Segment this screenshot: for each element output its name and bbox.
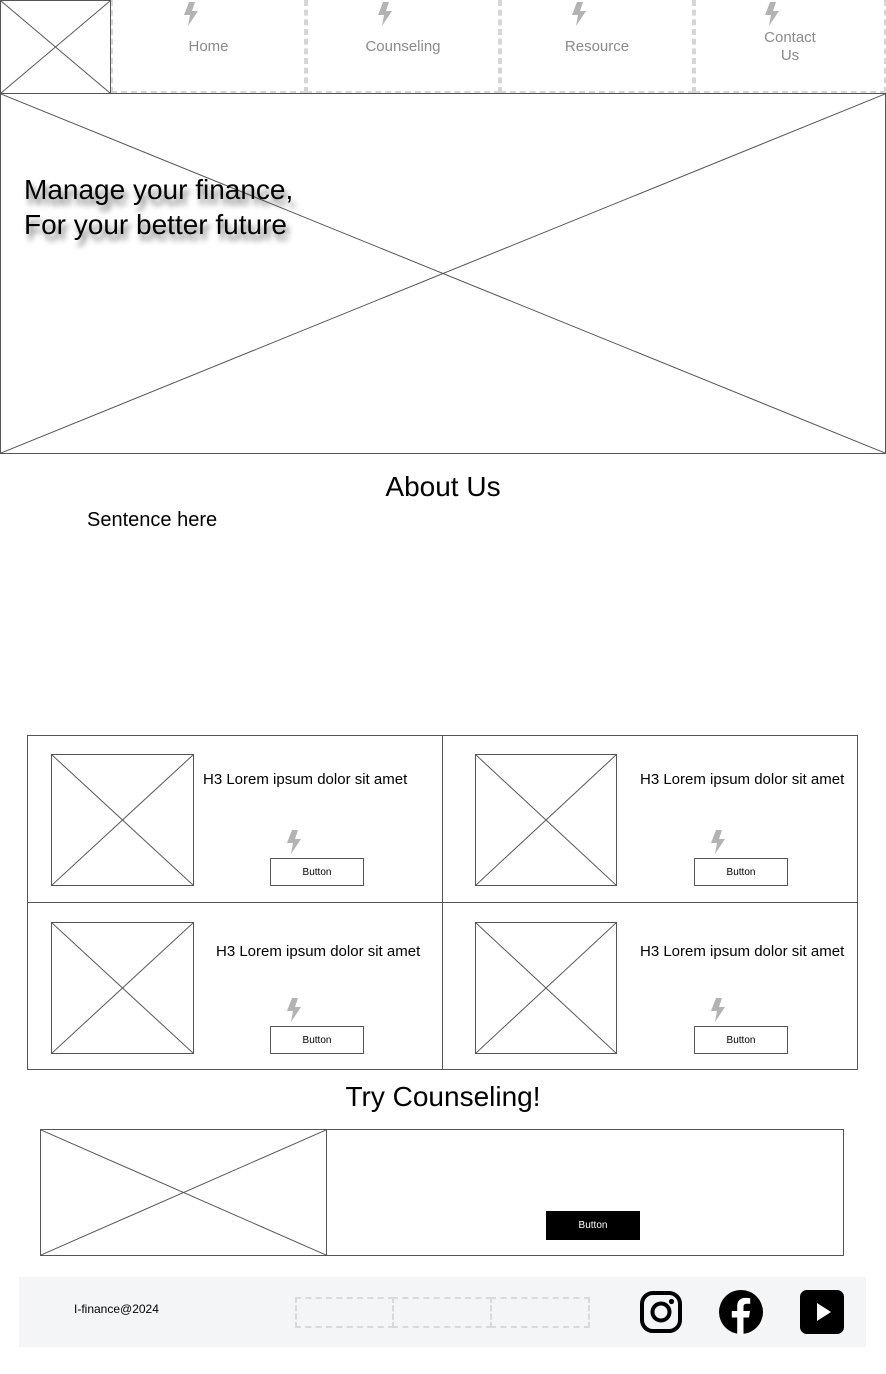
lightning-icon bbox=[183, 2, 198, 26]
lightning-icon bbox=[287, 998, 301, 1022]
nav-item-label: Home bbox=[188, 37, 229, 55]
nav-item-home[interactable]: Home bbox=[111, 0, 306, 93]
lightning-icon bbox=[572, 2, 586, 26]
hero-headline: Manage your finance, For your better fut… bbox=[24, 172, 293, 242]
lightning-icon bbox=[711, 998, 725, 1022]
hero-line-1: Manage your finance, bbox=[24, 174, 294, 205]
nav-item-resource[interactable]: Resource bbox=[500, 0, 694, 93]
lightning-icon bbox=[765, 2, 779, 26]
card-image-placeholder bbox=[475, 922, 617, 1054]
footer-link-3[interactable] bbox=[490, 1297, 590, 1328]
lightning-icon bbox=[287, 830, 301, 854]
nav-item-label: Counseling bbox=[365, 37, 441, 55]
footer-link-1[interactable] bbox=[295, 1297, 394, 1328]
card-button[interactable]: Button bbox=[270, 1026, 364, 1054]
card-title: H3 Lorem ipsum dolor sit amet bbox=[640, 771, 845, 788]
card-button[interactable]: Button bbox=[694, 1026, 788, 1054]
youtube-icon[interactable] bbox=[800, 1290, 844, 1334]
card-title: H3 Lorem ipsum dolor sit amet bbox=[216, 943, 421, 960]
lightning-icon bbox=[378, 2, 392, 26]
card-image-placeholder bbox=[475, 754, 617, 886]
logo-placeholder[interactable] bbox=[0, 0, 111, 94]
about-title: About Us bbox=[385, 471, 501, 502]
counseling-image-placeholder bbox=[40, 1129, 327, 1256]
nav-item-counseling[interactable]: Counseling bbox=[306, 0, 500, 93]
footer-copyright: I-finance@2024 bbox=[74, 1302, 159, 1316]
hero-image-placeholder bbox=[0, 93, 886, 454]
grid-divider-horizontal bbox=[27, 902, 858, 903]
card-title: H3 Lorem ipsum dolor sit amet bbox=[203, 771, 408, 788]
lightning-icon bbox=[711, 830, 725, 854]
nav-item-contact-us[interactable]: Contact Us bbox=[694, 0, 886, 93]
card-title: H3 Lorem ipsum dolor sit amet bbox=[640, 943, 845, 960]
nav-item-label: Resource bbox=[564, 37, 630, 55]
hero-line-2: For your better future bbox=[24, 209, 288, 240]
facebook-icon[interactable] bbox=[719, 1290, 763, 1334]
card-image-placeholder bbox=[51, 754, 194, 886]
counseling-title: Try Counseling! bbox=[345, 1081, 541, 1112]
footer-link-2[interactable] bbox=[392, 1297, 492, 1328]
counseling-button[interactable]: Button bbox=[546, 1211, 640, 1240]
card-image-placeholder bbox=[51, 922, 194, 1054]
card-button[interactable]: Button bbox=[694, 858, 788, 886]
about-sentence: Sentence here bbox=[87, 509, 218, 531]
card-button[interactable]: Button bbox=[270, 858, 364, 886]
nav-item-label: Contact Us bbox=[764, 28, 816, 64]
instagram-icon[interactable] bbox=[639, 1290, 683, 1334]
